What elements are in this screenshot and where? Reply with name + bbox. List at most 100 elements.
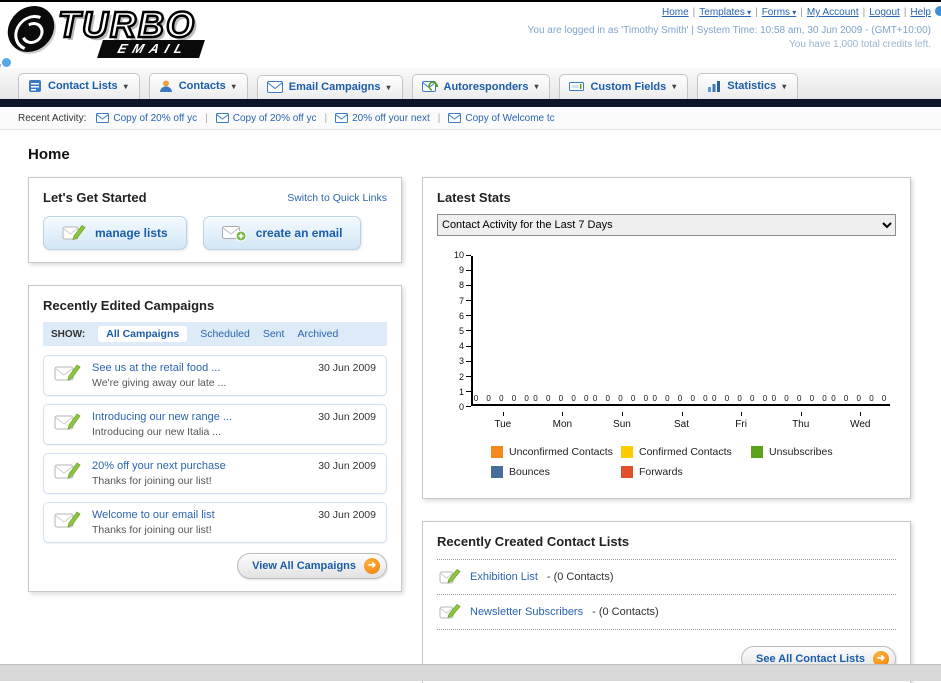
bar-value-labels: 0 0 0 0 0 xyxy=(592,394,652,403)
create-email-button[interactable]: create an email xyxy=(202,216,362,250)
y-tick: 7 xyxy=(459,296,471,306)
show-label: SHOW: xyxy=(51,328,86,340)
nav-tab-contact-lists[interactable]: Contact Lists ▾ xyxy=(18,73,140,99)
legend-item: Unconfirmed Contacts xyxy=(491,446,621,458)
view-all-campaigns-button[interactable]: View All Campaigns ➜ xyxy=(237,553,387,579)
create-email-label: create an email xyxy=(255,226,343,240)
legend-swatch xyxy=(491,466,503,478)
campaign-list-item[interactable]: 20% off your next purchase Thanks for jo… xyxy=(43,453,387,494)
activity-separator: | xyxy=(324,112,328,124)
chevron-down-icon: ▾ xyxy=(123,81,128,91)
nav-tab-label: Custom Fields xyxy=(590,80,667,93)
x-tick-label: Tue xyxy=(473,412,533,430)
switch-quick-links-link[interactable]: Switch to Quick Links xyxy=(287,192,387,204)
tab-archived[interactable]: Archived xyxy=(297,328,338,340)
contact-list-item[interactable]: Newsletter Subscribers - (0 Contacts) xyxy=(437,594,896,630)
x-tick-label: Sat xyxy=(652,412,712,430)
pencil-list-icon xyxy=(62,224,86,241)
bar-value-labels: 0 0 0 0 0 xyxy=(771,394,830,403)
legend-row-1: Unconfirmed Contacts Confirmed Contacts Un… xyxy=(491,446,890,458)
envelope-pencil-icon xyxy=(54,413,81,430)
envelope-icon xyxy=(448,113,462,123)
nav-tab-email-campaigns[interactable]: Email Campaigns ▾ xyxy=(256,75,403,99)
contact-activity-chart: 10 9 8 7 6 5 4 3 2 1 0 0 0 0 0 00 0 0 0 00 0 0 0 0… xyxy=(437,250,896,478)
tab-scheduled[interactable]: Scheduled xyxy=(200,328,250,340)
bar-value-labels: 0 0 0 0 0 xyxy=(831,394,890,403)
header-links: Home|Templates|Forms|My Account|Logout|H… xyxy=(528,7,931,18)
email-campaigns-icon xyxy=(266,81,283,93)
campaign-subtitle: Thanks for joining our list! xyxy=(92,475,212,487)
contact-list-name-link[interactable]: Exhibition List xyxy=(470,571,538,583)
recent-activity-item[interactable]: Copy of 20% off yc xyxy=(215,113,316,124)
contact-list-item[interactable]: Exhibition List - (0 Contacts) xyxy=(437,559,896,594)
decoration-dot xyxy=(2,58,11,67)
manage-lists-button[interactable]: manage lists xyxy=(43,216,187,250)
legend-swatch xyxy=(621,466,633,478)
legend-item: Forwards xyxy=(621,466,751,478)
tab-all-campaigns[interactable]: All Campaigns xyxy=(98,326,188,342)
bar-value-labels: 0 0 0 0 0 xyxy=(652,394,711,403)
campaigns-panel: Recently Edited Campaigns SHOW: All Camp… xyxy=(28,285,402,592)
autoresponders-icon xyxy=(421,81,438,92)
recent-activity-item[interactable]: Copy of 20% off yc xyxy=(96,113,197,124)
link-separator: | xyxy=(862,7,866,18)
campaign-list-item[interactable]: See us at the retail food ... We're givi… xyxy=(43,355,387,396)
stats-activity-select[interactable]: Contact Activity for the Last 7 Days xyxy=(437,214,896,236)
logo-swirl-icon xyxy=(4,6,58,52)
nav-tab-autoresponders[interactable]: Autoresponders ▾ xyxy=(411,74,551,99)
tab-sent[interactable]: Sent xyxy=(263,328,285,340)
nav-tab-contacts[interactable]: Contacts ▾ xyxy=(148,73,248,99)
y-tick: 9 xyxy=(459,265,471,275)
pencil-list-icon xyxy=(439,568,461,584)
envelope-icon xyxy=(335,113,349,123)
envelope-pencil-icon xyxy=(54,511,81,528)
app-logo: TURBO EMAIL xyxy=(4,4,205,58)
bar-value-labels: 0 0 0 0 0 xyxy=(473,394,532,403)
campaign-title-link[interactable]: Welcome to our email list xyxy=(92,509,308,521)
chart-legend: Unconfirmed Contacts Confirmed Contacts Un… xyxy=(491,446,890,478)
header-link-templates[interactable]: Templates xyxy=(699,7,751,18)
y-tick: 5 xyxy=(459,326,471,336)
bar-value-labels: 0 0 0 0 0 xyxy=(533,394,592,403)
campaign-list-item[interactable]: Welcome to our email list Thanks for joi… xyxy=(43,502,387,543)
campaign-title-link[interactable]: 20% off your next purchase xyxy=(92,460,308,472)
recent-activity-item[interactable]: 20% off your next xyxy=(335,113,430,124)
arrow-right-icon: ➜ xyxy=(364,558,380,574)
nav-tab-statistics[interactable]: Statistics ▾ xyxy=(697,73,799,99)
header-link-help[interactable]: Help xyxy=(910,7,931,18)
contact-list-name-link[interactable]: Newsletter Subscribers xyxy=(470,606,583,618)
activity-separator: | xyxy=(205,112,208,124)
recent-activity-text: Copy of 20% off yc xyxy=(113,112,198,124)
envelope-pencil-icon xyxy=(54,364,81,381)
nav-tab-custom-fields[interactable]: Custom Fields ▾ xyxy=(559,74,689,99)
custom-fields-icon xyxy=(569,82,585,91)
header: TURBO EMAIL Home|Templates|Forms|My Acco… xyxy=(0,2,941,112)
header-link-forms[interactable]: Forms xyxy=(762,7,797,18)
legend-item: Bounces xyxy=(491,466,621,478)
campaign-title-link[interactable]: Introducing our new range ... xyxy=(92,411,308,423)
header-link-logout[interactable]: Logout xyxy=(869,7,900,18)
legend-label: Bounces xyxy=(509,466,550,478)
bar-groups: 0 0 0 0 00 0 0 0 00 0 0 0 00 0 0 0 00 0 … xyxy=(473,394,890,403)
contact-lists-icon xyxy=(29,80,41,92)
envelope-icon xyxy=(96,113,110,123)
nav-tab-label: Statistics xyxy=(727,80,777,92)
latest-stats-panel: Latest Stats Contact Activity for the La… xyxy=(422,177,911,499)
chevron-down-icon: ▾ xyxy=(231,81,236,91)
campaign-title-link[interactable]: See us at the retail food ... xyxy=(92,362,308,374)
latest-stats-title: Latest Stats xyxy=(437,190,511,205)
campaign-list-item[interactable]: Introducing our new range ... Introducin… xyxy=(43,404,387,445)
legend-swatch xyxy=(491,446,503,458)
legend-row-2: Bounces Forwards xyxy=(491,466,890,478)
recent-activity-item[interactable]: Copy of Welcome tc xyxy=(448,113,555,124)
x-axis-labels: Tue Mon Sun Sat Fri Thu Wed xyxy=(473,412,890,430)
campaigns-filter-bar: SHOW: All Campaigns Scheduled Sent Archi… xyxy=(43,322,387,346)
statistics-icon xyxy=(708,81,721,92)
contact-lists-panel: Recently Created Contact Lists Exhibitio… xyxy=(422,521,911,683)
page-title: Home xyxy=(28,146,70,163)
logo-primary-text: TURBO xyxy=(57,4,196,45)
chart-plot-area: 0 0 0 0 00 0 0 0 00 0 0 0 00 0 0 0 00 0 … xyxy=(471,256,890,406)
manage-lists-label: manage lists xyxy=(95,226,168,240)
header-link-my-account[interactable]: My Account xyxy=(807,7,859,18)
header-link-home[interactable]: Home xyxy=(662,7,689,18)
